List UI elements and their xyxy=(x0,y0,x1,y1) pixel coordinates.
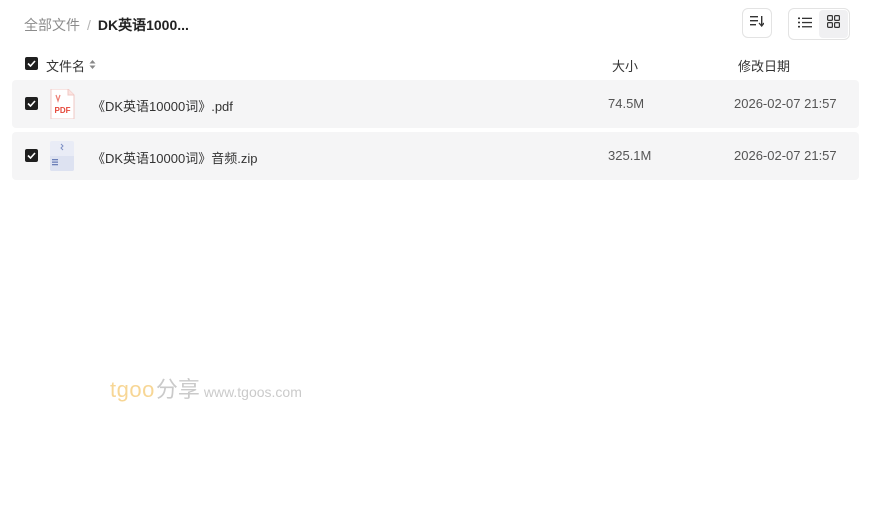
watermark: tgoo 分享 www.tgoos.com xyxy=(110,372,302,404)
select-all-checkbox[interactable] xyxy=(25,57,38,70)
column-header-name[interactable]: 文件名 xyxy=(46,56,96,75)
breadcrumb-separator: / xyxy=(87,17,91,33)
table-row[interactable]: 《DK英语10000词》音频.zip 325.1M 2026-02-07 21:… xyxy=(12,132,859,180)
watermark-brand: tgoo xyxy=(110,377,155,402)
pdf-icon-label: PDF xyxy=(55,106,71,115)
sort-button[interactable] xyxy=(742,8,772,38)
view-controls xyxy=(742,8,850,40)
file-size: 74.5M xyxy=(608,96,645,111)
file-modified-date: 2026-02-07 21:57 xyxy=(734,148,837,163)
grid-view-icon xyxy=(827,15,841,33)
watermark-chinese: 分享 xyxy=(155,377,200,402)
pdf-file-icon: PDF xyxy=(47,88,77,120)
sort-toggle-icon[interactable] xyxy=(89,58,96,73)
check-icon xyxy=(27,152,36,159)
row-checkbox[interactable] xyxy=(25,149,38,162)
watermark-url: www.tgoos.com xyxy=(203,384,302,400)
zip-file-icon xyxy=(47,141,77,171)
breadcrumb-root-link[interactable]: 全部文件 xyxy=(24,15,80,35)
table-header: 文件名 大小 修改日期 xyxy=(12,51,859,77)
view-toggle xyxy=(788,8,850,40)
file-name[interactable]: 《DK英语10000词》音频.zip xyxy=(92,148,257,167)
top-bar: 全部文件 / DK英语1000... xyxy=(0,0,874,48)
check-icon xyxy=(27,100,36,107)
breadcrumb-current: DK英语1000... xyxy=(97,17,189,33)
column-header-size[interactable]: 大小 xyxy=(612,56,638,75)
grid-view-button[interactable] xyxy=(819,10,848,38)
file-modified-date: 2026-02-07 21:57 xyxy=(734,96,837,111)
list-view-button[interactable] xyxy=(790,10,819,38)
column-header-name-label: 文件名 xyxy=(46,59,86,74)
breadcrumb: 全部文件 / DK英语1000... xyxy=(24,15,189,35)
column-header-modified[interactable]: 修改日期 xyxy=(738,56,790,75)
table-row[interactable]: PDF 《DK英语10000词》.pdf 74.5M 2026-02-07 21… xyxy=(12,80,859,128)
sort-icon xyxy=(750,14,765,32)
list-view-icon xyxy=(797,15,812,33)
file-size: 325.1M xyxy=(608,148,652,163)
check-icon xyxy=(27,60,36,67)
row-checkbox[interactable] xyxy=(25,97,38,110)
file-name[interactable]: 《DK英语10000词》.pdf xyxy=(92,96,233,115)
